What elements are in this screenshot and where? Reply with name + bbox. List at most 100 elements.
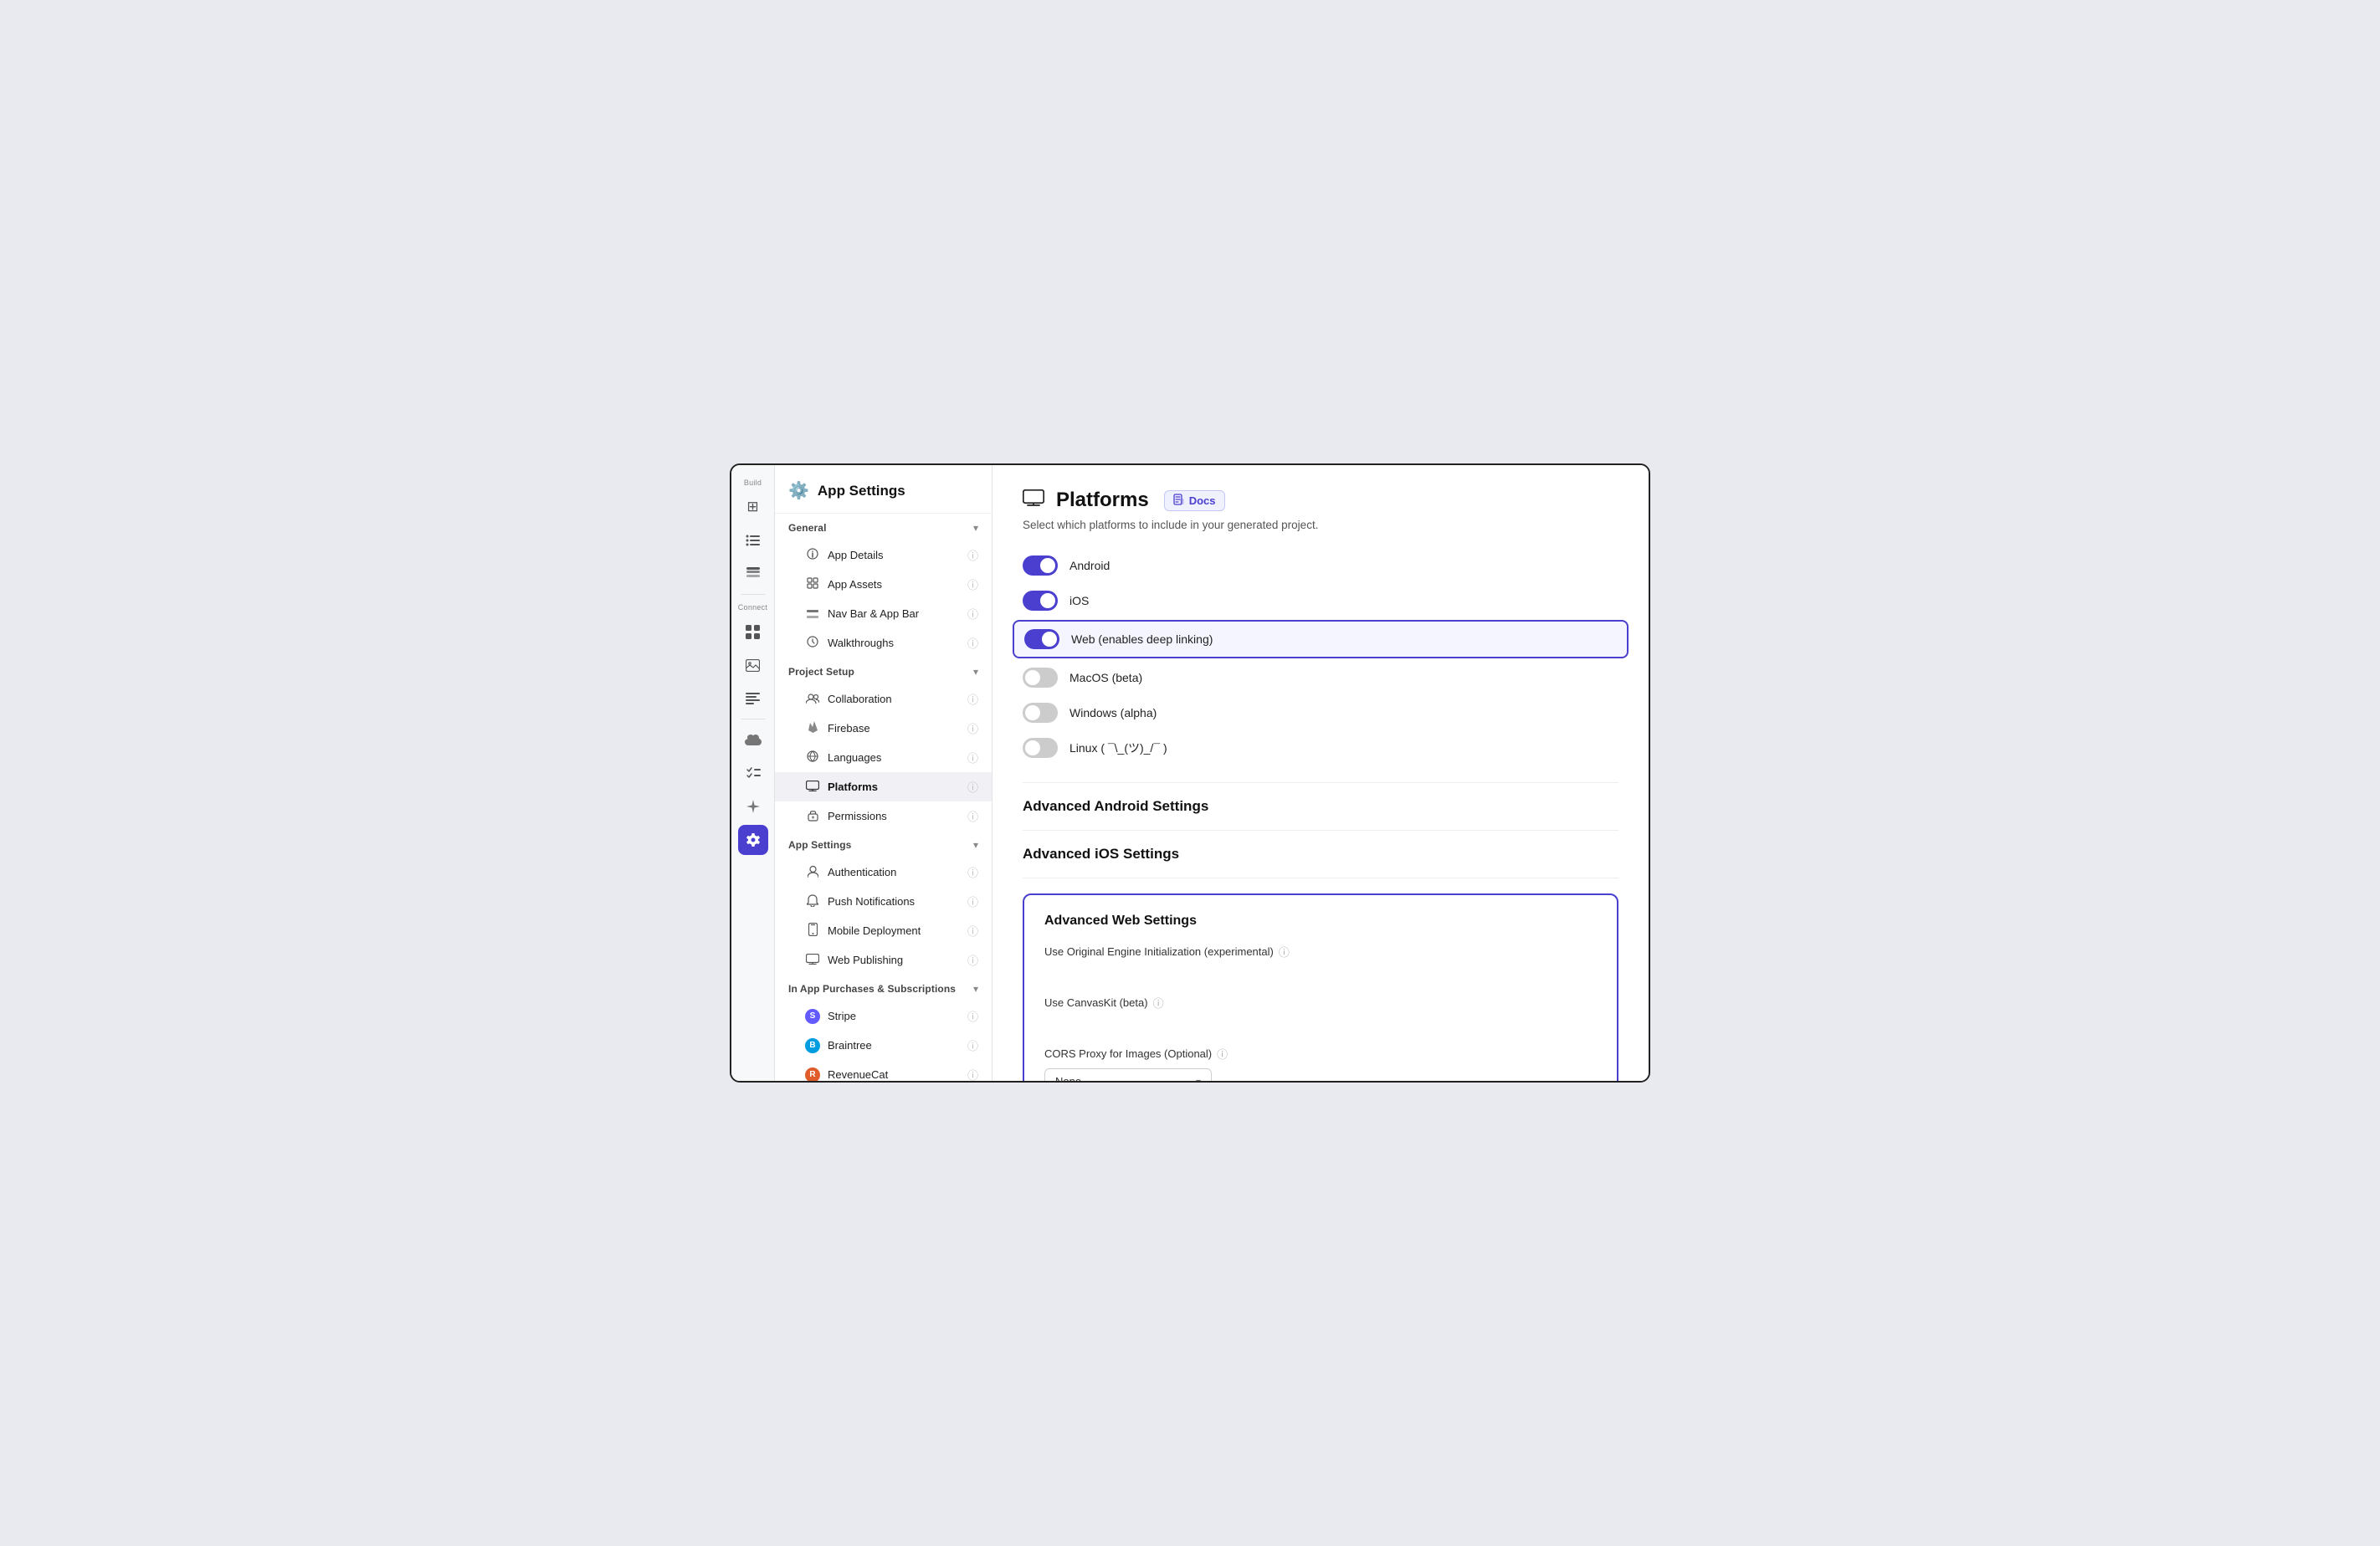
cors-proxy-info-icon[interactable]: ⓘ bbox=[1217, 1046, 1228, 1062]
authentication-label: Authentication bbox=[828, 866, 896, 878]
mobile-deployment-label: Mobile Deployment bbox=[828, 924, 921, 937]
docs-icon bbox=[1173, 494, 1185, 508]
app-settings-header[interactable]: App Settings ▾ bbox=[775, 831, 992, 857]
web-publishing-icon bbox=[805, 954, 820, 967]
linux-label: Linux ( ¯\_(ツ)_/¯ ) bbox=[1069, 740, 1167, 756]
platforms-icon bbox=[805, 781, 820, 794]
languages-icon bbox=[805, 750, 820, 765]
stripe-icon: S bbox=[805, 1009, 820, 1024]
braintree-info: ⓘ bbox=[967, 1037, 978, 1053]
sidebar-item-web-publishing[interactable]: Web Publishing ⓘ bbox=[775, 945, 992, 975]
braintree-label: Braintree bbox=[828, 1039, 872, 1052]
sidebar-item-stripe[interactable]: S Stripe ⓘ bbox=[775, 1001, 992, 1031]
macos-toggle[interactable] bbox=[1023, 668, 1058, 688]
in-app-purchases-chevron: ▾ bbox=[973, 983, 978, 995]
canvaskit-label-row: Use CanvasKit (beta) ⓘ bbox=[1044, 995, 1597, 1011]
app-settings-chevron: ▾ bbox=[973, 839, 978, 851]
in-app-purchases-section: In App Purchases & Subscriptions ▾ S Str… bbox=[775, 975, 992, 1081]
sidebar-item-mobile-deployment[interactable]: Mobile Deployment ⓘ bbox=[775, 916, 992, 945]
divider-2 bbox=[1023, 830, 1618, 831]
app-assets-icon bbox=[805, 577, 820, 591]
windows-slider bbox=[1023, 703, 1058, 723]
cloud-icon[interactable] bbox=[738, 724, 768, 755]
web-publishing-label: Web Publishing bbox=[828, 954, 903, 966]
sidebar-item-walkthroughs[interactable]: Walkthroughs ⓘ bbox=[775, 628, 992, 658]
android-label: Android bbox=[1069, 559, 1110, 572]
macos-label: MacOS (beta) bbox=[1069, 671, 1142, 684]
platform-row-macos: MacOS (beta) bbox=[1023, 660, 1618, 695]
permissions-label: Permissions bbox=[828, 810, 887, 822]
sidebar: ⚙️ App Settings General ▾ App Details ⓘ bbox=[775, 465, 993, 1081]
project-setup-label: Project Setup bbox=[788, 666, 854, 678]
app-details-label: App Details bbox=[828, 549, 883, 561]
checklist-icon[interactable] bbox=[738, 758, 768, 788]
ios-toggle[interactable] bbox=[1023, 591, 1058, 611]
linux-slider bbox=[1023, 738, 1058, 758]
permissions-info: ⓘ bbox=[967, 808, 978, 824]
platforms-label: Platforms bbox=[828, 781, 878, 793]
stripe-info: ⓘ bbox=[967, 1008, 978, 1024]
list-icon[interactable] bbox=[738, 525, 768, 555]
cors-proxy-dropdown[interactable]: None ▾ bbox=[1044, 1068, 1212, 1081]
app-assets-info: ⓘ bbox=[967, 576, 978, 592]
sidebar-item-app-assets[interactable]: App Assets ⓘ bbox=[775, 570, 992, 599]
platform-row-windows: Windows (alpha) bbox=[1023, 695, 1618, 730]
collaboration-icon bbox=[805, 693, 820, 706]
web-toggle[interactable] bbox=[1024, 629, 1059, 649]
walkthroughs-icon bbox=[805, 636, 820, 650]
macos-slider bbox=[1023, 668, 1058, 688]
advanced-web-card: Advanced Web Settings Use Original Engin… bbox=[1023, 893, 1618, 1081]
project-setup-header[interactable]: Project Setup ▾ bbox=[775, 658, 992, 684]
text-align-icon[interactable] bbox=[738, 683, 768, 714]
grid-icon[interactable] bbox=[738, 617, 768, 647]
app-details-info: ⓘ bbox=[967, 547, 978, 563]
sidebar-item-app-details[interactable]: App Details ⓘ bbox=[775, 540, 992, 570]
main-content: Platforms Docs Select which platforms to… bbox=[993, 465, 1649, 1081]
cors-proxy-label-row: CORS Proxy for Images (Optional) ⓘ bbox=[1044, 1046, 1597, 1062]
revenuecat-info: ⓘ bbox=[967, 1067, 978, 1081]
cors-proxy-label-text: CORS Proxy for Images (Optional) bbox=[1044, 1047, 1212, 1060]
web-label: Web (enables deep linking) bbox=[1071, 632, 1213, 646]
layers-icon[interactable] bbox=[738, 559, 768, 589]
cors-dropdown-arrow: ▾ bbox=[1196, 1076, 1201, 1082]
add-square-icon[interactable]: ⊞ bbox=[738, 492, 768, 522]
page-title: Platforms bbox=[1056, 489, 1149, 512]
sidebar-item-languages[interactable]: Languages ⓘ bbox=[775, 743, 992, 772]
original-engine-label-text: Use Original Engine Initialization (expe… bbox=[1044, 945, 1274, 958]
nav-bar-icon bbox=[805, 607, 820, 621]
nav-bar-info: ⓘ bbox=[967, 606, 978, 622]
android-toggle[interactable] bbox=[1023, 555, 1058, 576]
platforms-info[interactable]: ⓘ bbox=[967, 779, 978, 795]
sidebar-item-revenuecat[interactable]: R RevenueCat ⓘ bbox=[775, 1060, 992, 1081]
in-app-purchases-header[interactable]: In App Purchases & Subscriptions ▾ bbox=[775, 975, 992, 1001]
original-engine-info-icon[interactable]: ⓘ bbox=[1279, 944, 1290, 960]
general-section-header[interactable]: General ▾ bbox=[775, 514, 992, 540]
sidebar-item-nav-bar[interactable]: Nav Bar & App Bar ⓘ bbox=[775, 599, 992, 628]
platform-row-web: Web (enables deep linking) bbox=[1013, 620, 1629, 658]
walkthroughs-info: ⓘ bbox=[967, 635, 978, 651]
sparkle-icon[interactable] bbox=[738, 791, 768, 822]
sidebar-item-firebase[interactable]: Firebase ⓘ bbox=[775, 714, 992, 743]
sidebar-item-permissions[interactable]: Permissions ⓘ bbox=[775, 801, 992, 831]
languages-info: ⓘ bbox=[967, 750, 978, 765]
windows-toggle[interactable] bbox=[1023, 703, 1058, 723]
project-setup-chevron: ▾ bbox=[973, 666, 978, 678]
settings-active-icon[interactable] bbox=[738, 825, 768, 855]
advanced-ios-heading: Advanced iOS Settings bbox=[1023, 846, 1618, 863]
sidebar-header: ⚙️ App Settings bbox=[775, 465, 992, 514]
sidebar-item-authentication[interactable]: Authentication ⓘ bbox=[775, 857, 992, 887]
docs-button[interactable]: Docs bbox=[1164, 490, 1225, 511]
sidebar-item-braintree[interactable]: B Braintree ⓘ bbox=[775, 1031, 992, 1060]
languages-label: Languages bbox=[828, 751, 881, 764]
image-icon[interactable] bbox=[738, 650, 768, 680]
sidebar-item-push-notifications[interactable]: Push Notifications ⓘ bbox=[775, 887, 992, 916]
sidebar-item-platforms[interactable]: Platforms ⓘ bbox=[775, 772, 992, 801]
canvaskit-info-icon[interactable]: ⓘ bbox=[1153, 995, 1164, 1011]
revenuecat-label: RevenueCat bbox=[828, 1068, 888, 1081]
connect-section-label: Connect bbox=[731, 603, 774, 612]
linux-toggle[interactable] bbox=[1023, 738, 1058, 758]
canvaskit-setting: Use CanvasKit (beta) ⓘ bbox=[1044, 995, 1597, 1032]
sidebar-item-collaboration[interactable]: Collaboration ⓘ bbox=[775, 684, 992, 714]
windows-label: Windows (alpha) bbox=[1069, 706, 1157, 719]
mobile-deployment-info: ⓘ bbox=[967, 923, 978, 939]
